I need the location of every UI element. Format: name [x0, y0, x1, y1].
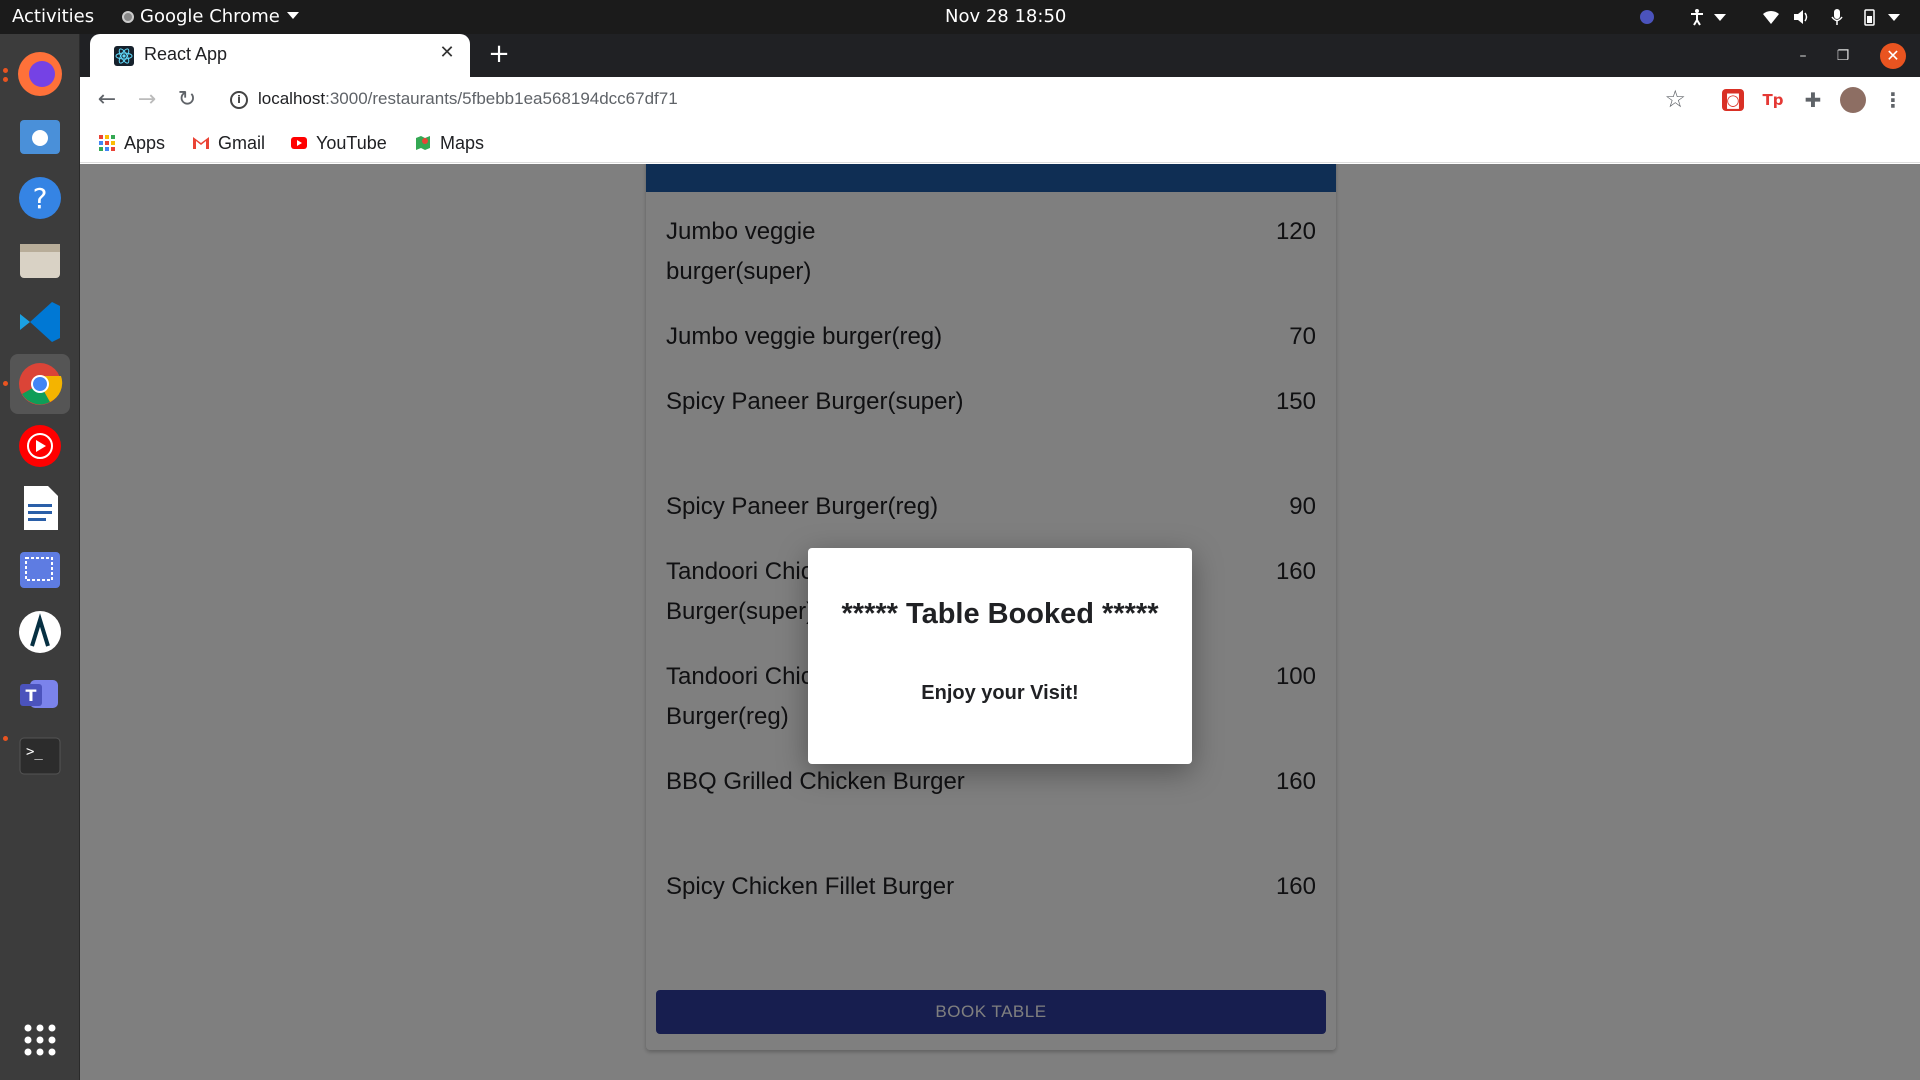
tab-title: React App — [144, 44, 228, 64]
wifi-icon[interactable] — [1762, 8, 1780, 26]
microphone-icon[interactable] — [1828, 8, 1846, 26]
bookmark-gmail[interactable]: Gmail — [192, 132, 265, 154]
profile-avatar[interactable] — [1840, 87, 1866, 113]
react-favicon-icon — [114, 46, 134, 66]
help-icon[interactable]: ? — [10, 168, 70, 228]
android-studio-icon[interactable] — [10, 602, 70, 662]
gmail-icon — [193, 137, 209, 149]
url-path: :3000/restaurants/5fbebb1ea568194dcc67df… — [325, 89, 678, 108]
dock: ? T >_ — [0, 34, 80, 1080]
chrome-icon — [19, 363, 63, 405]
activities-button[interactable]: Activities — [12, 0, 94, 34]
dialog-title: ***** Table Booked ***** — [841, 598, 1159, 630]
browser-toolbar: ← → ↻ i localhost:3000/restaurants/5fbeb… — [80, 77, 1920, 123]
back-arrow-icon[interactable]: ← — [92, 85, 122, 115]
bookmark-maps[interactable]: Maps — [414, 132, 484, 154]
youtube-music-icon[interactable] — [10, 416, 70, 476]
volume-icon[interactable] — [1792, 8, 1810, 26]
chevron-down-icon — [286, 12, 299, 19]
tab-react-app[interactable]: React App ✕ — [90, 34, 470, 77]
battery-icon[interactable] — [1860, 8, 1878, 26]
terminal-icon[interactable]: >_ — [10, 726, 70, 786]
tab-strip: React App ✕ + – ❐ ✕ — [80, 34, 1920, 77]
files-icon[interactable] — [10, 230, 70, 290]
writer-icon[interactable] — [10, 478, 70, 538]
chrome-app-icon — [122, 11, 134, 23]
url-text: localhost:3000/restaurants/5fbebb1ea5681… — [258, 89, 678, 109]
bookmarks-bar: Apps Gmail YouTube Maps — [80, 123, 1920, 163]
vscode-icon[interactable] — [10, 292, 70, 352]
bookmark-youtube[interactable]: YouTube — [290, 132, 387, 154]
booking-confirmation-dialog: ***** Table Booked ***** Enjoy your Visi… — [808, 548, 1192, 764]
maximize-icon[interactable]: ❐ — [1830, 43, 1856, 69]
chrome-dock-item[interactable] — [10, 354, 70, 414]
bookmark-label: Apps — [124, 133, 166, 153]
minimize-icon[interactable]: – — [1790, 43, 1816, 69]
extension-icon[interactable]: ◙ — [1722, 89, 1744, 111]
dialog-message: Enjoy your Visit! — [921, 682, 1079, 704]
svg-text:>_: >_ — [26, 744, 43, 760]
running-indicator — [3, 68, 8, 73]
teams-icon[interactable]: T — [10, 664, 70, 724]
svg-text:T: T — [26, 686, 37, 705]
window-close-icon[interactable]: ✕ — [1880, 43, 1906, 69]
bookmark-label: YouTube — [316, 133, 387, 153]
clock[interactable]: Nov 28 18:50 — [945, 0, 1066, 34]
forward-arrow-icon[interactable]: → — [132, 85, 162, 115]
teams-tray-icon[interactable] — [1638, 8, 1656, 26]
bookmark-star-icon[interactable]: ☆ — [1664, 85, 1686, 113]
software-store-icon[interactable] — [10, 106, 70, 166]
maps-icon — [416, 136, 430, 150]
extensions-puzzle-icon[interactable]: ✚ — [1802, 89, 1824, 111]
accessibility-icon[interactable] — [1688, 8, 1706, 26]
screenshot-icon[interactable] — [10, 540, 70, 600]
system-top-bar: Activities Google Chrome Nov 28 18:50 — [0, 0, 1920, 34]
chevron-down-icon[interactable] — [1714, 14, 1726, 21]
tp-extension-icon[interactable]: Tp — [1762, 89, 1784, 111]
firefox-icon[interactable] — [10, 44, 70, 104]
app-menu-label: Google Chrome — [140, 6, 280, 27]
more-menu-icon[interactable]: ⋮ — [1882, 89, 1904, 111]
reload-icon[interactable]: ↻ — [172, 85, 202, 115]
show-applications-icon[interactable] — [10, 1010, 70, 1070]
running-indicator — [3, 381, 8, 386]
address-bar[interactable]: i localhost:3000/restaurants/5fbebb1ea56… — [216, 82, 1700, 118]
new-tab-button[interactable]: + — [484, 40, 514, 70]
close-tab-icon[interactable]: ✕ — [436, 42, 458, 64]
bookmark-label: Gmail — [218, 133, 266, 153]
bookmark-apps[interactable]: Apps — [98, 132, 165, 154]
running-indicator — [3, 77, 8, 82]
app-menu[interactable]: Google Chrome — [122, 0, 299, 34]
chrome-window: React App ✕ + – ❐ ✕ ← → ↻ i localhost:30… — [80, 34, 1920, 1080]
site-info-icon[interactable]: i — [230, 91, 248, 109]
svg-text:?: ? — [33, 182, 48, 215]
bookmark-label: Maps — [440, 133, 485, 153]
page-viewport: Jumbo veggie burger(super) 120 Jumbo veg… — [80, 164, 1920, 1080]
chevron-down-icon[interactable] — [1888, 14, 1900, 21]
apps-grid-icon — [99, 135, 115, 151]
running-indicator — [3, 736, 8, 741]
youtube-icon — [291, 137, 307, 149]
url-host: localhost — [258, 89, 326, 108]
